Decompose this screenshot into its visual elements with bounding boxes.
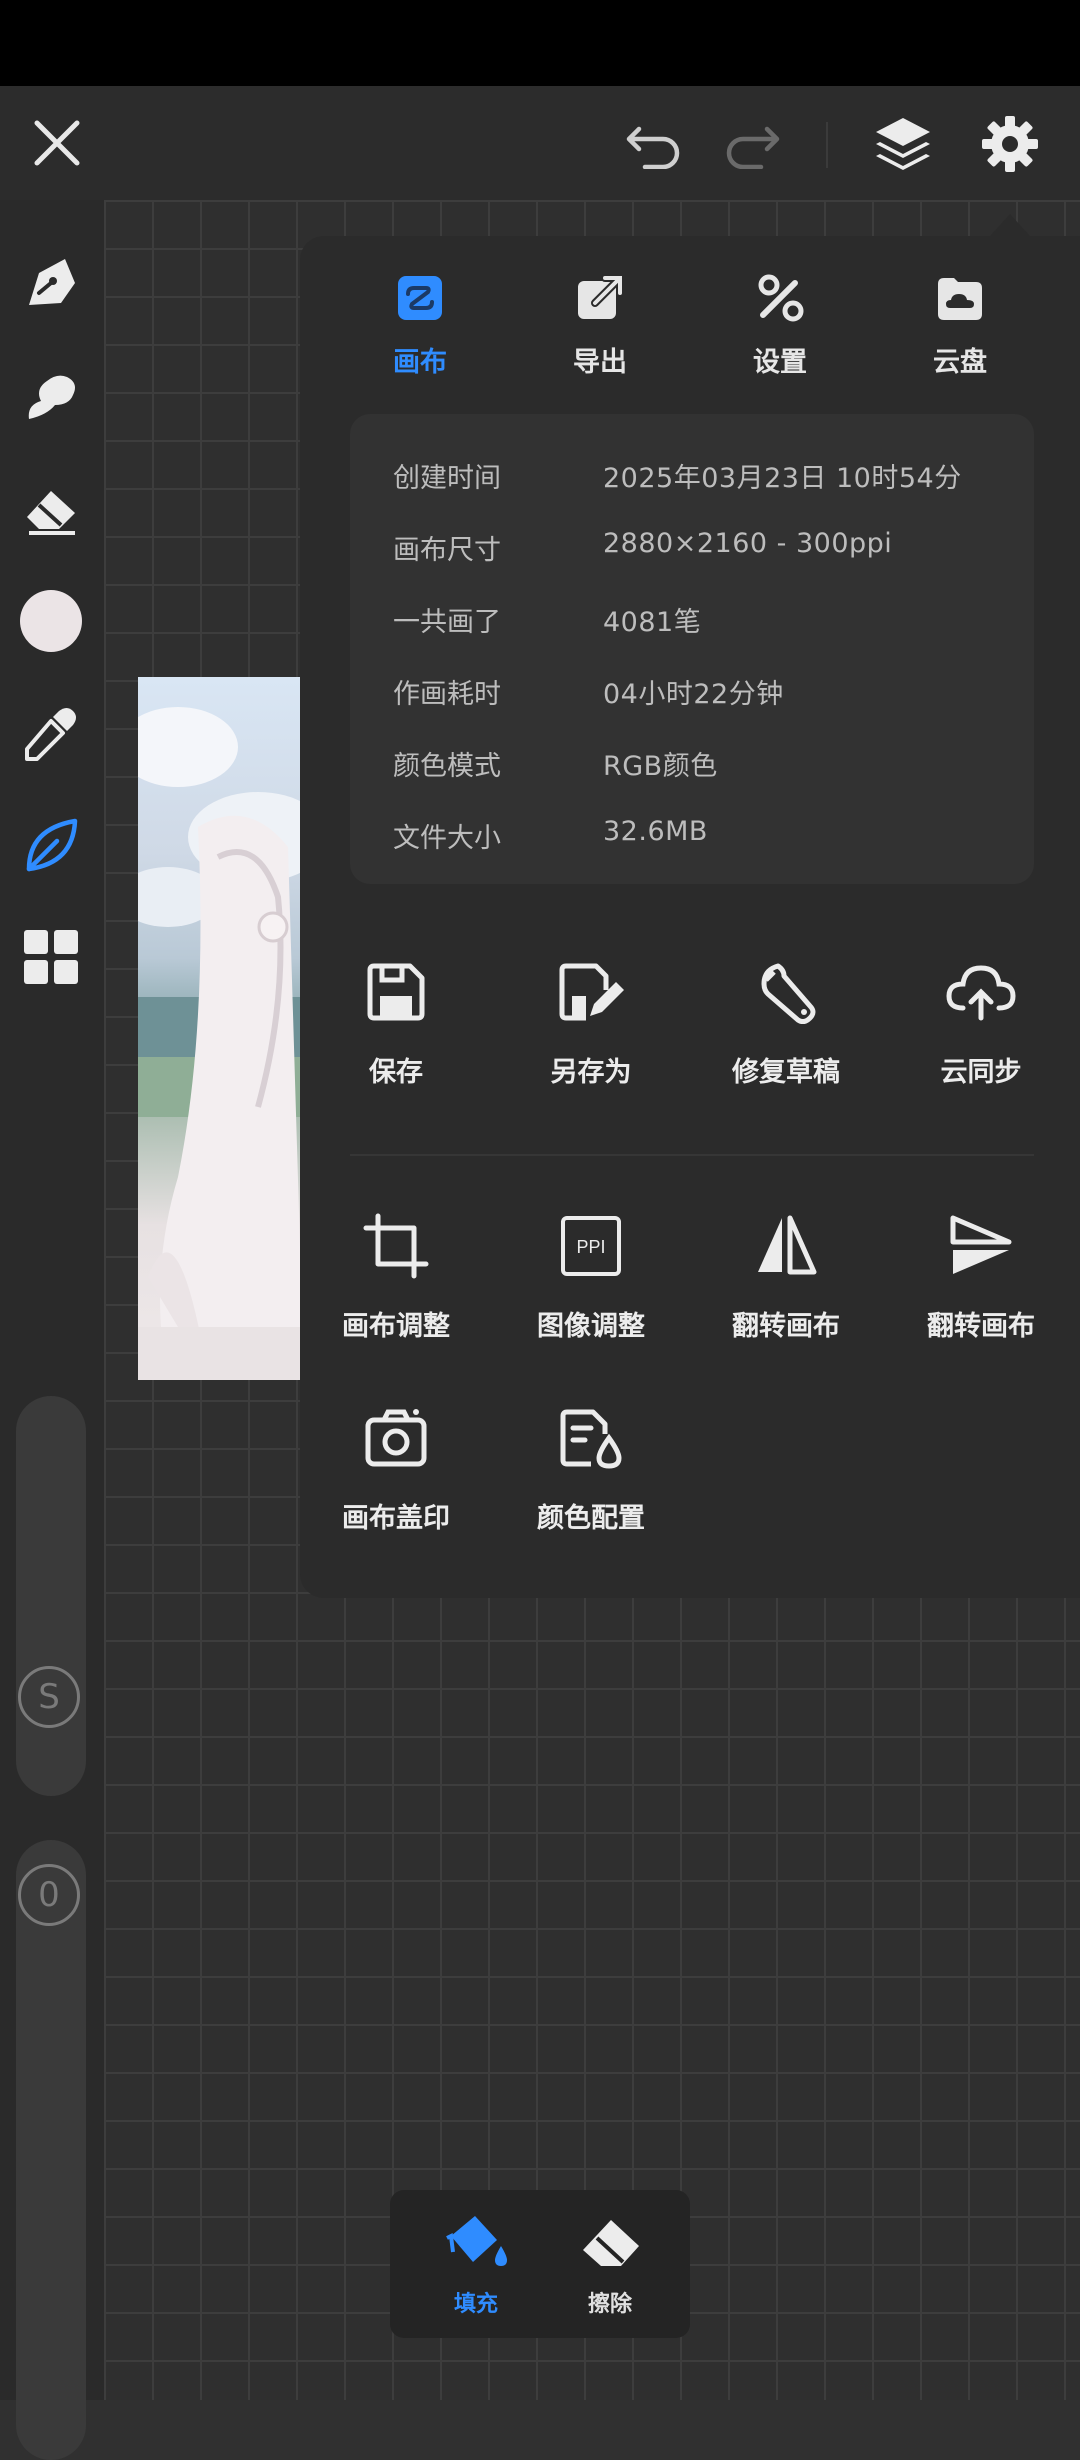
info-value: RGB颜色 bbox=[603, 751, 718, 782]
repair-draft-button[interactable]: 修复草稿 bbox=[696, 952, 876, 1089]
action-label: 保存 bbox=[369, 1057, 423, 1088]
erase-label: 擦除 bbox=[587, 2292, 632, 2317]
pen-tip-icon[interactable] bbox=[18, 250, 84, 316]
action-label: 图像调整 bbox=[537, 1311, 645, 1342]
info-key: 文件大小 bbox=[393, 823, 501, 854]
action-label: 云同步 bbox=[940, 1057, 1022, 1088]
cloud-sync-icon bbox=[946, 965, 1016, 1021]
fill-label: 填充 bbox=[453, 2292, 498, 2317]
color-swatch-icon[interactable] bbox=[20, 590, 82, 652]
canvas-stamp-button[interactable]: 画布盖印 bbox=[306, 1398, 486, 1535]
flip-canvas-vertical-button[interactable]: 翻转画布 bbox=[891, 1206, 1071, 1343]
canvas-info-box: 创建时间 2025年03月23日 10时54分 画布尺寸 2880×2160 - 3… bbox=[350, 414, 1034, 884]
info-key: 作画耗时 bbox=[393, 679, 501, 710]
canvas-adjust-button[interactable]: 画布调整 bbox=[306, 1206, 486, 1343]
info-key: 画布尺寸 bbox=[393, 535, 501, 566]
tab-label: 设置 bbox=[753, 347, 807, 378]
tab-label: 画布 bbox=[393, 347, 447, 378]
action-label: 翻转画布 bbox=[927, 1311, 1035, 1342]
action-label: 画布调整 bbox=[342, 1311, 450, 1342]
eraser-icon bbox=[583, 2220, 639, 2266]
flip-vertical-icon bbox=[950, 1215, 1012, 1274]
status-bar bbox=[0, 0, 1080, 86]
eyedropper-icon[interactable] bbox=[18, 700, 84, 766]
export-icon bbox=[578, 274, 624, 319]
tools-icon bbox=[758, 274, 804, 322]
cloud-sync-button[interactable]: 云同步 bbox=[891, 952, 1071, 1089]
info-value: 4081笔 bbox=[603, 607, 702, 638]
brush-size-slider[interactable] bbox=[16, 1396, 86, 1796]
flip-horizontal-icon bbox=[758, 1215, 817, 1275]
layers-icon[interactable] bbox=[868, 110, 938, 176]
paint-bucket-icon bbox=[446, 2216, 507, 2266]
erase-button[interactable]: 擦除 bbox=[550, 2212, 670, 2318]
tab-cloud-drive[interactable]: 云盘 bbox=[880, 268, 1040, 379]
info-key: 一共画了 bbox=[393, 607, 501, 638]
size-badge[interactable]: S bbox=[18, 1666, 80, 1728]
canvas-icon bbox=[398, 276, 442, 320]
redo-icon[interactable] bbox=[718, 114, 784, 174]
camera-icon bbox=[365, 1409, 427, 1467]
info-value: 32.6MB bbox=[603, 816, 708, 847]
action-label: 翻转画布 bbox=[732, 1311, 840, 1342]
action-label: 另存为 bbox=[550, 1057, 632, 1088]
artwork-image[interactable] bbox=[138, 677, 304, 1380]
action-label: 修复草稿 bbox=[732, 1057, 840, 1088]
tab-settings[interactable]: 设置 bbox=[700, 268, 860, 379]
crop-icon bbox=[363, 1213, 429, 1279]
ppi-icon: PPI bbox=[561, 1216, 621, 1276]
info-key: 颜色模式 bbox=[393, 751, 501, 782]
fill-button[interactable]: 填充 bbox=[416, 2212, 536, 2318]
flip-canvas-horizontal-button[interactable]: 翻转画布 bbox=[696, 1206, 876, 1343]
save-as-button[interactable]: 另存为 bbox=[501, 952, 681, 1089]
toolbar-divider bbox=[826, 122, 828, 168]
save-icon bbox=[367, 963, 425, 1021]
eraser-icon[interactable] bbox=[18, 474, 84, 540]
wrench-icon bbox=[761, 963, 816, 1024]
save-as-icon bbox=[559, 963, 624, 1021]
info-value: 2025年03月23日 10时54分 bbox=[603, 463, 962, 494]
grid-apps-icon[interactable] bbox=[18, 924, 84, 990]
leaf-brush-icon[interactable] bbox=[18, 812, 84, 878]
action-label: 颜色配置 bbox=[537, 1503, 645, 1534]
panel-pointer bbox=[990, 214, 1030, 236]
info-value: 2880×2160 - 300ppi bbox=[603, 528, 893, 559]
canvas-menu-panel: 画布 导出 设置 云盘 创建时间 2025年03月23日 10时54分 画布尺寸 2… bbox=[300, 236, 1080, 1598]
tab-label: 云盘 bbox=[933, 347, 987, 378]
color-config-icon bbox=[560, 1409, 622, 1469]
info-key: 创建时间 bbox=[393, 463, 501, 494]
image-adjust-button[interactable]: PPI 图像调整 bbox=[501, 1206, 681, 1343]
undo-icon[interactable] bbox=[622, 114, 688, 174]
brush-opacity-slider[interactable] bbox=[16, 1840, 86, 2460]
cloud-drive-icon bbox=[938, 278, 982, 320]
tab-canvas[interactable]: 画布 bbox=[340, 268, 500, 379]
info-value: 04小时22分钟 bbox=[603, 679, 784, 710]
color-config-button[interactable]: 颜色配置 bbox=[501, 1398, 681, 1535]
opacity-badge[interactable]: 0 bbox=[18, 1864, 80, 1926]
close-icon[interactable] bbox=[26, 112, 88, 174]
action-label: 画布盖印 bbox=[342, 1503, 450, 1534]
tab-label: 导出 bbox=[573, 347, 627, 378]
smudge-icon[interactable] bbox=[18, 362, 84, 428]
fill-tool-bar: 填充 擦除 bbox=[390, 2190, 690, 2338]
svg-text:PPI: PPI bbox=[576, 1237, 605, 1257]
gear-icon[interactable] bbox=[976, 110, 1044, 178]
save-button[interactable]: 保存 bbox=[306, 952, 486, 1089]
left-tool-sidebar: S 0 bbox=[0, 200, 104, 2460]
tab-export[interactable]: 导出 bbox=[520, 268, 680, 379]
top-toolbar bbox=[0, 86, 1080, 200]
section-divider bbox=[350, 1154, 1034, 1156]
